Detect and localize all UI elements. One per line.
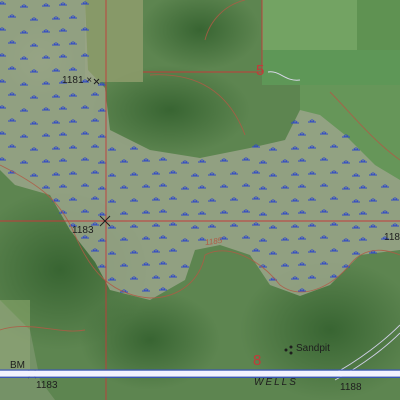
elevation-1183-center: 1183 [72,225,94,236]
section-number-5: 5 [256,62,265,79]
road-name-wells: WELLS [254,377,298,388]
map-canvas [0,0,400,400]
elevation-right-edge: 118 [384,232,400,243]
benchmark-label: BM [10,360,25,371]
section-number-8: 8 [253,352,262,369]
elevation-1183-bottom: 1183 [36,380,58,391]
elevation-1188: 1188 [340,382,362,393]
sandpit-label: Sandpit [296,343,330,354]
elevation-1181: 1181 × [62,75,93,86]
topographic-map[interactable]: 1181 × 1183 1183 1188 118 BM 5 8 Sandpit… [0,0,400,400]
wells-road[interactable] [0,369,400,378]
